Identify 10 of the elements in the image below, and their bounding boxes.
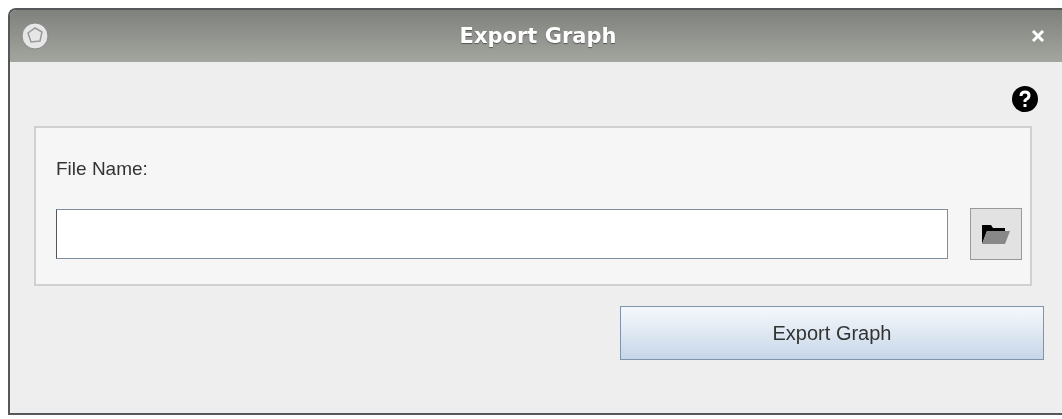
window-title: Export Graph [458, 24, 618, 48]
browse-button[interactable] [970, 208, 1022, 260]
file-name-label: File Name: [56, 158, 149, 180]
app-logo-icon [20, 21, 50, 51]
folder-icon [981, 222, 1011, 246]
export-graph-button[interactable]: Export Graph [620, 306, 1044, 360]
help-button[interactable] [1012, 86, 1038, 112]
file-name-field[interactable] [56, 209, 948, 259]
question-mark-icon [1018, 90, 1032, 108]
close-icon [1030, 28, 1046, 44]
